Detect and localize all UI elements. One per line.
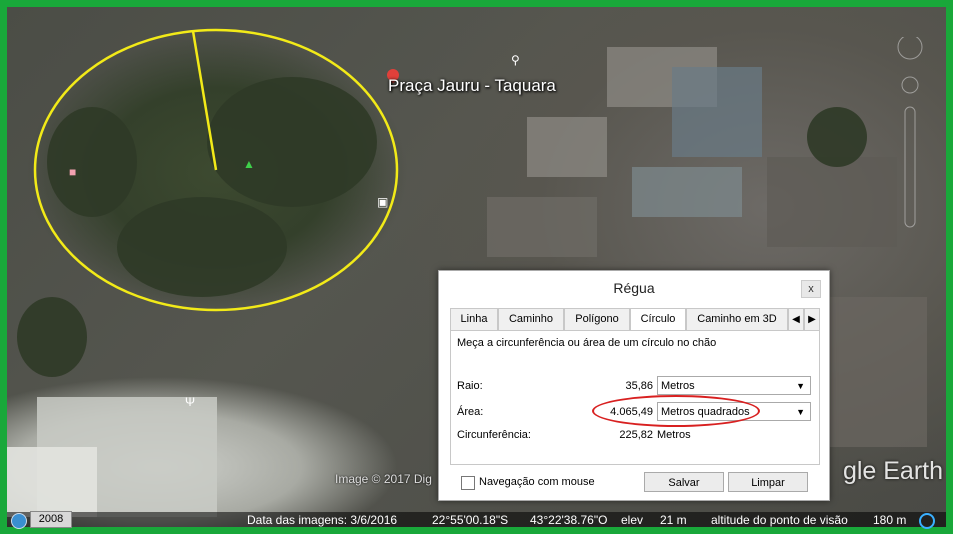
latitude: 22°55'00.18"S bbox=[432, 513, 509, 527]
elev-label: elev bbox=[621, 513, 644, 527]
close-button[interactable]: x bbox=[801, 280, 821, 298]
circumference-unit: Metros bbox=[657, 429, 691, 441]
chevron-down-icon: ▼ bbox=[796, 407, 805, 417]
circumference-value: 225,82 bbox=[619, 429, 653, 441]
radius-label: Raio: bbox=[457, 380, 483, 392]
tab-poligono[interactable]: Polígono bbox=[564, 308, 630, 331]
restaurant-icon[interactable]: Ψ bbox=[185, 395, 195, 409]
mouse-navigation-label: Navegação com mouse bbox=[479, 476, 595, 488]
history-clock-icon[interactable] bbox=[11, 513, 27, 529]
dialog-title: Régua bbox=[613, 280, 655, 296]
image-date: Data das imagens: 3/6/2016 bbox=[247, 513, 398, 527]
tab-caminho[interactable]: Caminho bbox=[498, 308, 564, 331]
lock-icon[interactable]: ■ bbox=[69, 165, 76, 179]
tree-icon[interactable]: ▲ bbox=[243, 157, 255, 171]
navigation-controls[interactable] bbox=[890, 34, 930, 237]
chevron-down-icon: ▼ bbox=[796, 381, 805, 391]
ruler-dialog: Régua x Linha Caminho Polígono Círculo C… bbox=[438, 270, 830, 501]
area-highlight-annotation bbox=[592, 395, 760, 427]
tab-linha[interactable]: Linha bbox=[450, 308, 498, 331]
place-label[interactable]: Praça Jauru - Taquara bbox=[388, 76, 556, 96]
status-bar: Data das imagens: 3/6/2016 22°55'00.18"S… bbox=[7, 512, 946, 527]
radius-unit-select[interactable]: Metros ▼ bbox=[657, 376, 811, 395]
eye-alt-value: 180 m bbox=[873, 513, 907, 527]
elev-value: 21 m bbox=[660, 513, 687, 527]
panel-description: Meça a circunferência ou área de um círc… bbox=[457, 337, 717, 349]
radius-unit: Metros bbox=[661, 380, 695, 392]
copyright-text: Image © 2017 Dig bbox=[335, 472, 432, 486]
tab-bar: Linha Caminho Polígono Círculo Caminho e… bbox=[450, 308, 820, 332]
circumference-label: Circunferência: bbox=[457, 429, 531, 441]
globe-icon bbox=[919, 513, 935, 529]
longitude: 43°22'38.76"O bbox=[530, 513, 608, 527]
google-earth-watermark: gle Earth bbox=[842, 457, 943, 485]
clear-button[interactable]: Limpar bbox=[728, 472, 808, 492]
area-label: Área: bbox=[457, 406, 484, 418]
radius-value: 35,86 bbox=[625, 380, 653, 392]
mouse-navigation-checkbox[interactable] bbox=[461, 476, 475, 490]
tab-circulo[interactable]: Círculo bbox=[630, 308, 686, 332]
history-year-button[interactable]: 2008 bbox=[30, 511, 72, 528]
tab-scroll-right-icon[interactable]: ▶ bbox=[804, 308, 820, 331]
tab-caminho-3d[interactable]: Caminho em 3D bbox=[686, 308, 788, 331]
search-icon[interactable]: ⚲ bbox=[511, 53, 520, 67]
bus-icon[interactable]: ▣ bbox=[377, 195, 388, 209]
eye-alt-label: altitude do ponto de visão bbox=[711, 513, 848, 527]
tab-scroll-left-icon[interactable]: ◀ bbox=[788, 308, 804, 331]
save-button[interactable]: Salvar bbox=[644, 472, 724, 492]
